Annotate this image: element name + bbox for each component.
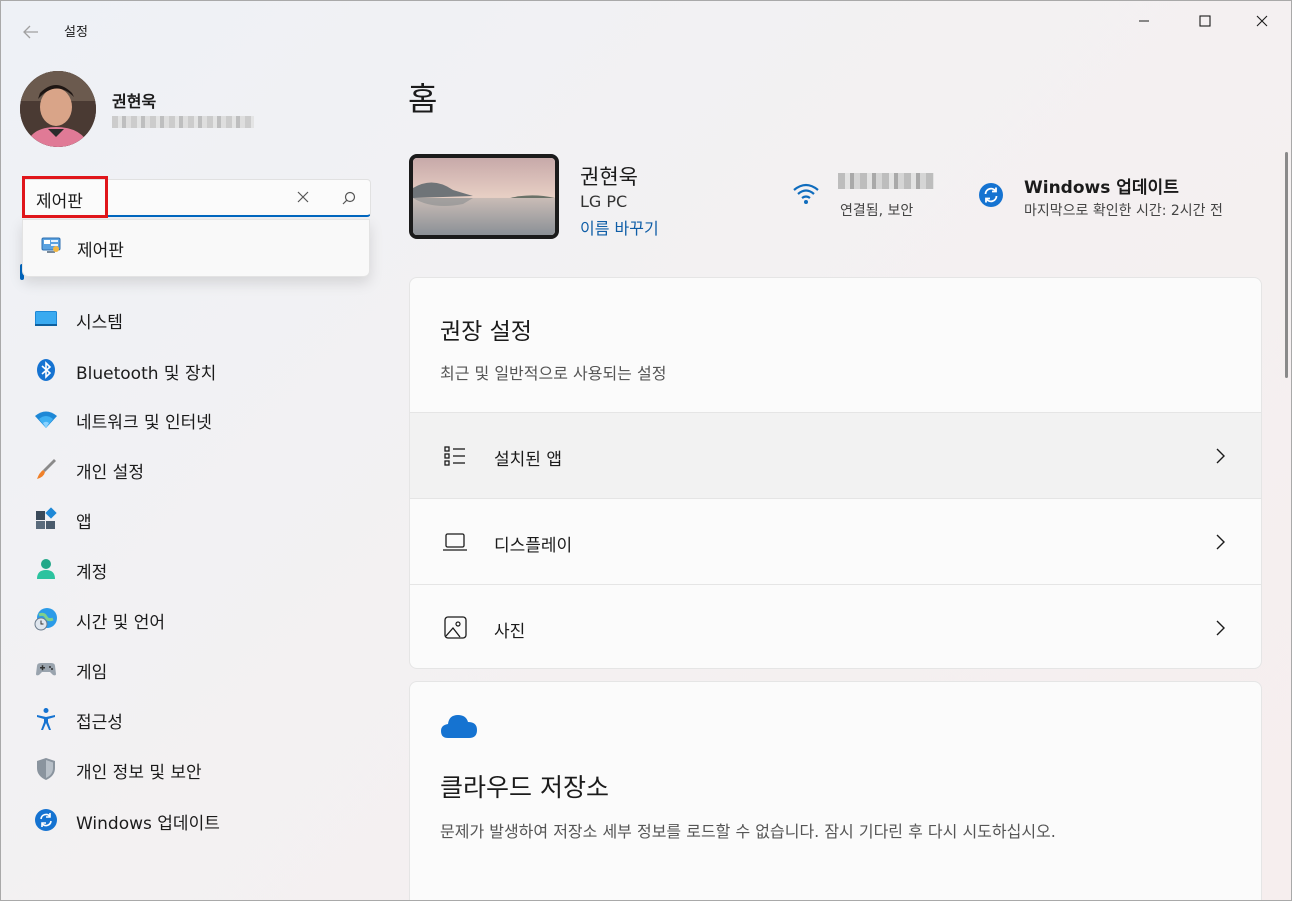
suggestion-label: 제어판	[77, 241, 124, 261]
rec-item-photos[interactable]: 사진	[410, 584, 1261, 668]
maximize-button[interactable]	[1182, 8, 1228, 34]
nav-label: Windows 업데이트	[76, 814, 220, 834]
nav-label: 앱	[76, 513, 92, 533]
person-icon	[37, 559, 55, 579]
rename-link[interactable]: 이름 바꾸기	[580, 215, 659, 239]
globe-clock-icon	[34, 608, 57, 631]
nav-item-accounts[interactable]: 계정	[22, 549, 372, 589]
suggestion-control-panel[interactable]: 제어판	[23, 220, 369, 274]
card-title: 권장 설정	[440, 319, 532, 345]
nav-label: 개인 설정	[76, 463, 144, 483]
card-subtitle: 최근 및 일반적으로 사용되는 설정	[440, 364, 667, 383]
scrollbar[interactable]	[1285, 152, 1288, 378]
list-icon	[444, 446, 465, 466]
update-icon	[35, 809, 57, 831]
cloud-description: 문제가 발생하여 저장소 세부 정보를 로드할 수 없습니다. 잠시 기다린 후…	[440, 822, 1056, 841]
nav-label: 계정	[76, 563, 108, 583]
accessibility-icon	[37, 708, 55, 730]
nav-item-system[interactable]: 시스템	[22, 299, 372, 339]
cloud-icon	[441, 715, 477, 738]
rec-item-installed-apps[interactable]: 설치된 앱	[410, 412, 1261, 498]
wifi-status-icon	[793, 183, 819, 204]
monitor-icon	[35, 311, 57, 326]
chevron-right-icon	[1216, 534, 1225, 550]
nav-label: 시스템	[76, 313, 123, 333]
network-status: 연결됨, 보안	[840, 203, 914, 219]
app-title: 설정	[64, 25, 88, 40]
clear-search-icon[interactable]	[296, 190, 310, 204]
nav-label: 개인 정보 및 보안	[76, 763, 202, 783]
image-icon	[444, 616, 467, 639]
close-icon	[1256, 15, 1268, 27]
bluetooth-icon	[37, 359, 55, 381]
nav-item-gaming[interactable]: 게임	[22, 649, 372, 689]
recommended-settings-card: 권장 설정 최근 및 일반적으로 사용되는 설정 설치된 앱 디스플레이 사진	[409, 277, 1262, 669]
row-label: 디스플레이	[494, 536, 573, 556]
minimize-button[interactable]	[1121, 8, 1167, 34]
nav-label: 네트워크 및 인터넷	[76, 413, 212, 433]
user-email-redacted	[112, 116, 254, 128]
nav-item-apps[interactable]: 앱	[22, 499, 372, 539]
nav-item-privacy[interactable]: 개인 정보 및 보안	[22, 749, 372, 789]
nav-label: Bluetooth 및 장치	[76, 364, 217, 384]
nav-label: 접근성	[76, 713, 123, 733]
control-panel-icon	[41, 237, 61, 253]
row-label: 설치된 앱	[494, 450, 562, 470]
apps-icon	[36, 507, 57, 529]
nav-item-accessibility[interactable]: 접근성	[22, 699, 372, 739]
nav-item-windows-update[interactable]: Windows 업데이트	[22, 800, 372, 840]
update-status-icon	[979, 183, 1003, 207]
back-button[interactable]	[16, 18, 46, 46]
page-title: 홈	[408, 80, 438, 118]
shield-icon	[37, 758, 55, 780]
avatar[interactable]	[20, 71, 96, 147]
minimize-icon	[1139, 20, 1149, 22]
network-name-redacted	[838, 173, 934, 189]
laptop-icon	[443, 533, 467, 551]
nav-item-network[interactable]: 네트워크 및 인터넷	[22, 399, 372, 439]
nav-item-personalization[interactable]: 개인 설정	[22, 449, 372, 489]
nav-item-bluetooth[interactable]: Bluetooth 및 장치	[22, 350, 372, 390]
cloud-storage-card: 클라우드 저장소 문제가 발생하여 저장소 세부 정보를 로드할 수 없습니다.…	[409, 681, 1262, 901]
paintbrush-icon	[37, 459, 56, 479]
chevron-right-icon	[1216, 620, 1225, 636]
nav-label: 게임	[76, 663, 108, 683]
device-name: 권현욱	[580, 165, 638, 189]
title-bar: 설정	[0, 0, 1292, 44]
search-icon[interactable]	[341, 190, 357, 206]
nav-item-time-language[interactable]: 시간 및 언어	[22, 599, 372, 639]
highlight-annotation	[22, 176, 108, 218]
update-title[interactable]: Windows 업데이트	[1024, 173, 1179, 198]
row-label: 사진	[494, 622, 526, 642]
maximize-icon	[1199, 15, 1211, 27]
gamepad-icon	[36, 663, 56, 676]
search-suggestions: 제어판	[22, 219, 370, 277]
device-thumbnail	[409, 154, 559, 239]
user-name: 권현욱	[112, 92, 157, 111]
chevron-right-icon	[1216, 448, 1225, 464]
close-button[interactable]	[1239, 8, 1285, 34]
cloud-title: 클라우드 저장소	[440, 773, 609, 802]
wifi-icon	[35, 411, 57, 428]
rec-item-display[interactable]: 디스플레이	[410, 498, 1261, 584]
update-subtitle: 마지막으로 확인한 시간: 2시간 전	[1024, 203, 1223, 219]
back-arrow-icon	[23, 25, 38, 39]
device-model: LG PC	[580, 192, 628, 211]
nav-label: 시간 및 언어	[76, 613, 166, 633]
